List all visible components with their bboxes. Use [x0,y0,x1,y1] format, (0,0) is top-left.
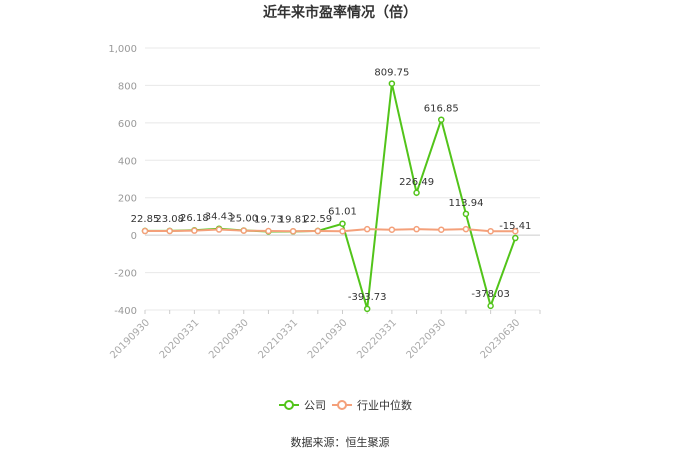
x-tick-label: 20230630 [479,317,523,361]
data-point-1 [462,225,470,233]
data-label: -378.03 [471,289,510,300]
chart-title: 近年来市盈率情况（倍） [263,4,417,21]
data-point-0 [462,210,470,218]
data-source: 数据来源：恒生聚源 [291,435,390,449]
data-point-1 [240,227,247,234]
x-tick-label: 20210930 [306,317,350,361]
data-labels: 22.8523.0826.1834.4325.0019.7319.8122.59… [131,68,532,303]
y-tick-label: -200 [114,269,137,280]
series-line-0 [144,83,517,310]
data-label: -15.41 [499,221,531,232]
data-label: 61.01 [328,207,357,218]
data-label: 226.49 [399,177,434,188]
data-label: 809.75 [374,68,409,79]
data-point-1 [363,225,371,233]
legend-company-marker [284,400,294,410]
data-point-0 [363,305,371,313]
y-tick-label: 1,000 [108,44,137,55]
y-tick-label: 0 [131,231,137,242]
legend-item-industry-median[interactable]: 行业中位数 [332,398,412,412]
legend-industry-label: 行业中位数 [357,398,412,412]
data-point-1 [413,225,420,233]
y-tick-label: 800 [118,81,137,92]
data-point-0 [487,302,494,310]
x-tick-label: 20200930 [207,317,251,361]
series-lines [144,83,517,310]
data-point-1 [487,227,494,235]
data-point-1 [388,226,396,233]
pe-ratio-chart: 近年来市盈率情况（倍） -400 -200 0 200 400 600 800 1,000 2… [108,4,541,449]
series-line-1 [145,228,516,233]
data-label: 616.85 [424,104,459,115]
x-tick-label: 20190930 [108,317,152,361]
legend: 公司 行业中位数 [279,398,412,412]
data-point-1 [265,227,272,235]
data-point-1 [339,227,346,235]
legend-industry-marker [337,400,347,410]
y-tick-label: 600 [118,119,137,130]
data-point-1 [289,227,297,235]
data-label: 113.94 [448,198,483,209]
y-tick-label: 200 [118,194,137,205]
data-point-1 [141,227,149,235]
y-tick-label: 400 [118,156,137,167]
legend-company-label: 公司 [304,399,326,412]
data-point-1 [166,227,173,235]
data-point-0 [438,116,445,123]
data-point-1 [314,227,322,235]
data-point-1 [438,226,445,233]
y-axis-ticks: -400 -200 0 200 400 600 800 1,000 [108,44,137,317]
legend-item-company[interactable]: 公司 [279,399,326,412]
data-point-1 [215,226,223,233]
x-tick-label: 20200331 [158,317,202,361]
x-tick-label: 20210331 [256,317,300,361]
data-point-0 [388,80,396,87]
data-point-1 [191,227,198,234]
data-point-0 [512,234,519,242]
data-point-0 [413,189,420,197]
x-tick-label: 20220331 [355,317,399,361]
data-label: -393.73 [348,292,387,303]
x-axis-ticks: 20190930 20200331 20200930 20210331 20210930… [108,310,541,361]
y-tick-label: -400 [114,306,137,317]
data-point-0 [339,220,346,227]
x-tick-label: 20220930 [405,317,449,361]
